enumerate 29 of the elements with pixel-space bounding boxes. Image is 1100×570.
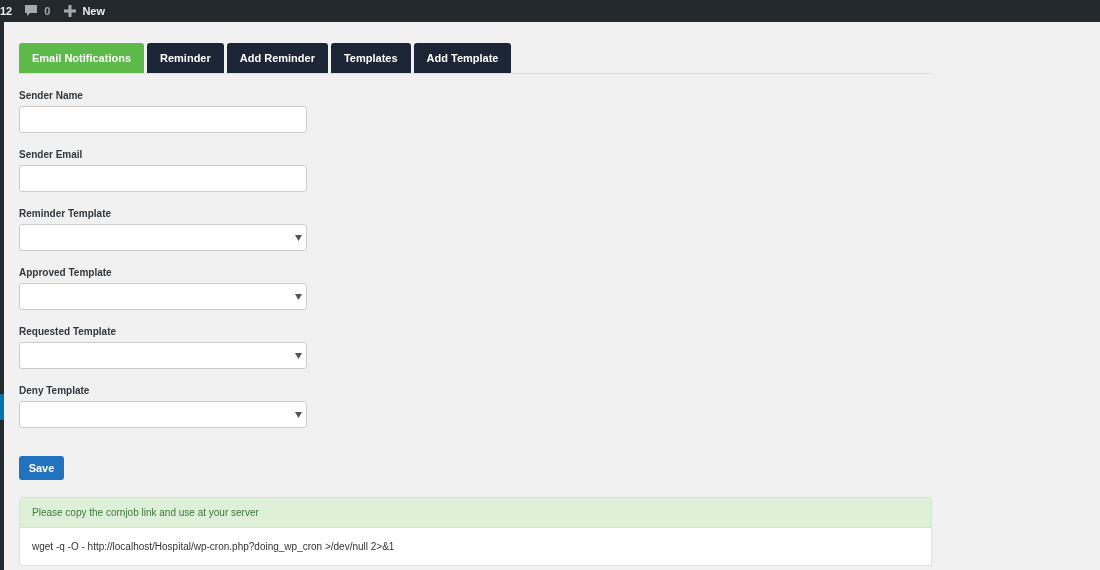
dropdown-caret-icon <box>295 411 302 418</box>
text-input[interactable] <box>19 106 307 133</box>
text-input[interactable] <box>19 165 307 192</box>
field-label: Sender Email <box>19 149 84 160</box>
plus-icon[interactable] <box>64 5 77 17</box>
select-dropdown[interactable] <box>19 401 307 428</box>
field-label: Sender Name <box>19 90 84 101</box>
panel-heading: Please copy the cornjob link and use at your server <box>20 498 931 528</box>
new-link[interactable]: New <box>82 5 105 17</box>
updates-count[interactable]: 12 <box>0 5 13 17</box>
save-button[interactable]: Save <box>19 456 64 480</box>
select-dropdown[interactable] <box>19 224 307 251</box>
tab[interactable]: Add Template <box>413 43 512 73</box>
comment-icon[interactable] <box>24 4 39 18</box>
tab[interactable]: Reminder <box>147 43 224 73</box>
cron-command: wget -q -O - http://localhost/Hospital/wp-cron.php?doing_wp_cron >/dev/null 2>&1 <box>31 540 396 554</box>
select-dropdown[interactable] <box>19 342 307 369</box>
current-menu-marker <box>0 394 4 420</box>
field-label: Requested Template <box>19 326 118 337</box>
comment-count[interactable]: 0 <box>44 5 51 17</box>
field-label: Reminder Template <box>19 208 113 219</box>
field-label: Approved Template <box>19 267 113 278</box>
select-dropdown[interactable] <box>19 283 307 310</box>
dropdown-caret-icon <box>295 293 302 300</box>
tab[interactable]: Add Reminder <box>226 43 328 73</box>
tab[interactable]: Templates <box>330 43 411 73</box>
field-label: Deny Template <box>19 385 91 396</box>
dropdown-caret-icon <box>295 234 302 241</box>
dropdown-caret-icon <box>295 352 302 359</box>
